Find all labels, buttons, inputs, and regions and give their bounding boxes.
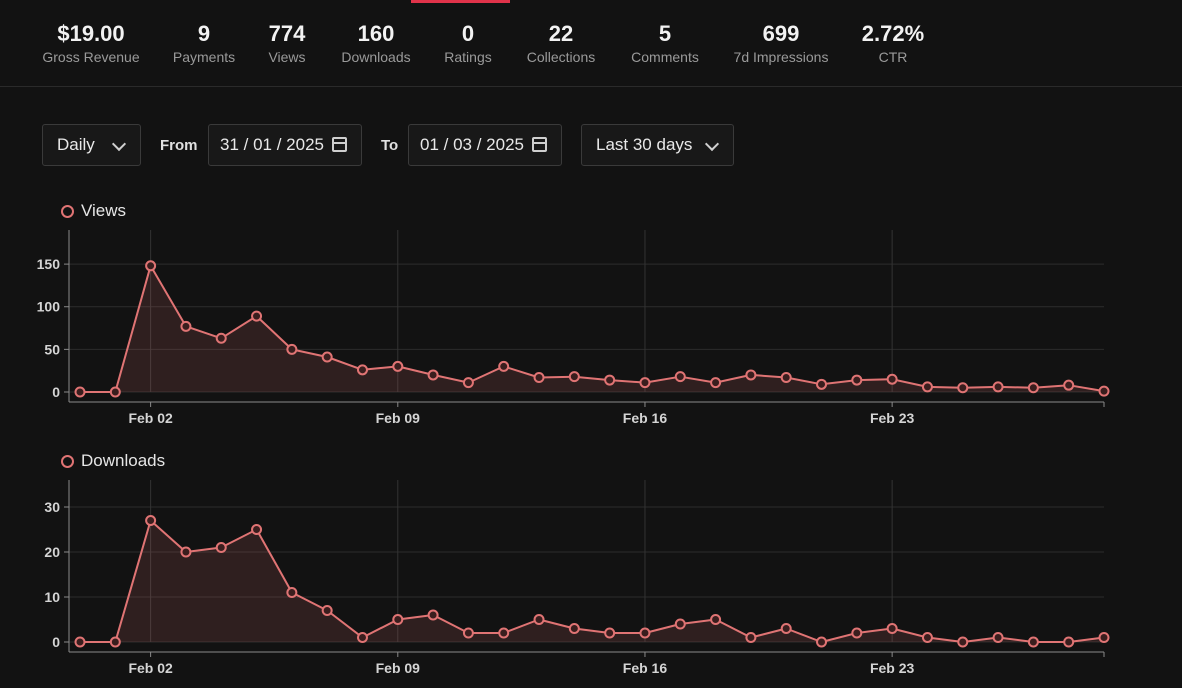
- data-point: [356, 364, 368, 376]
- data-point: [462, 377, 474, 389]
- y-tick-label: 0: [52, 384, 60, 400]
- data-point: [145, 260, 157, 272]
- series-area: [80, 520, 1104, 642]
- x-tick-label: Feb 16: [623, 410, 668, 426]
- y-tick-label: 150: [37, 256, 61, 272]
- data-point: [568, 371, 580, 383]
- y-tick-label: 20: [44, 544, 60, 560]
- data-point: [498, 627, 510, 639]
- data-point: [639, 377, 651, 389]
- y-tick-label: 10: [44, 589, 60, 605]
- data-point: [533, 372, 545, 384]
- data-point: [462, 627, 474, 639]
- data-point: [886, 373, 898, 385]
- data-point: [427, 609, 439, 621]
- data-point: [180, 546, 192, 558]
- data-point: [921, 381, 933, 393]
- data-point: [321, 351, 333, 363]
- y-tick-label: 30: [44, 499, 60, 515]
- x-tick-label: Feb 09: [376, 660, 421, 676]
- data-point: [816, 378, 828, 390]
- data-point: [710, 377, 722, 389]
- data-point: [74, 636, 86, 648]
- data-point: [392, 614, 404, 625]
- y-tick-label: 50: [44, 341, 60, 357]
- data-point: [215, 332, 227, 344]
- data-point: [745, 632, 757, 643]
- data-point: [921, 632, 933, 643]
- data-point: [816, 636, 828, 648]
- data-point: [286, 343, 298, 355]
- data-point: [851, 374, 863, 386]
- x-tick-label: Feb 09: [376, 410, 421, 426]
- data-point: [674, 618, 686, 630]
- data-point: [1063, 379, 1075, 391]
- data-point: [604, 627, 616, 639]
- data-point: [1027, 382, 1039, 394]
- data-point: [215, 542, 227, 553]
- y-tick-label: 0: [52, 634, 60, 650]
- data-point: [1027, 636, 1039, 648]
- data-point: [74, 386, 86, 398]
- data-point: [745, 369, 757, 381]
- data-point: [286, 587, 298, 598]
- data-point: [568, 623, 580, 634]
- data-point: [992, 381, 1004, 393]
- y-tick-label: 100: [37, 299, 61, 315]
- charts-canvas: 0 50 100 150 Feb 02 Feb 09 Feb 16 Feb 23 0 10 20 30…: [37, 230, 1110, 676]
- x-tick-label: Feb 02: [128, 660, 173, 676]
- x-tick-label: Feb 23: [870, 660, 915, 676]
- data-point: [604, 374, 616, 386]
- data-point: [639, 627, 651, 639]
- data-point: [145, 515, 157, 526]
- data-point: [710, 614, 722, 625]
- data-point: [957, 636, 969, 648]
- data-point: [498, 360, 510, 372]
- x-tick-label: Feb 23: [870, 410, 915, 426]
- data-point: [356, 632, 368, 643]
- data-point: [392, 360, 404, 372]
- data-point: [109, 636, 121, 648]
- data-point: [251, 524, 263, 535]
- x-tick-label: Feb 02: [128, 410, 173, 426]
- data-point: [533, 614, 545, 625]
- data-point: [886, 623, 898, 634]
- data-point: [427, 369, 439, 381]
- data-point: [1098, 385, 1110, 397]
- series-area: [80, 265, 1104, 392]
- data-point: [992, 632, 1004, 643]
- data-point: [957, 382, 969, 394]
- data-point: [851, 627, 863, 639]
- data-point: [109, 386, 121, 398]
- data-point: [674, 371, 686, 383]
- data-point: [780, 372, 792, 384]
- data-point: [1098, 632, 1110, 643]
- x-tick-label: Feb 16: [623, 660, 668, 676]
- data-point: [321, 605, 333, 616]
- data-point: [1063, 636, 1075, 648]
- data-point: [780, 623, 792, 634]
- data-point: [251, 310, 263, 322]
- data-point: [180, 320, 192, 332]
